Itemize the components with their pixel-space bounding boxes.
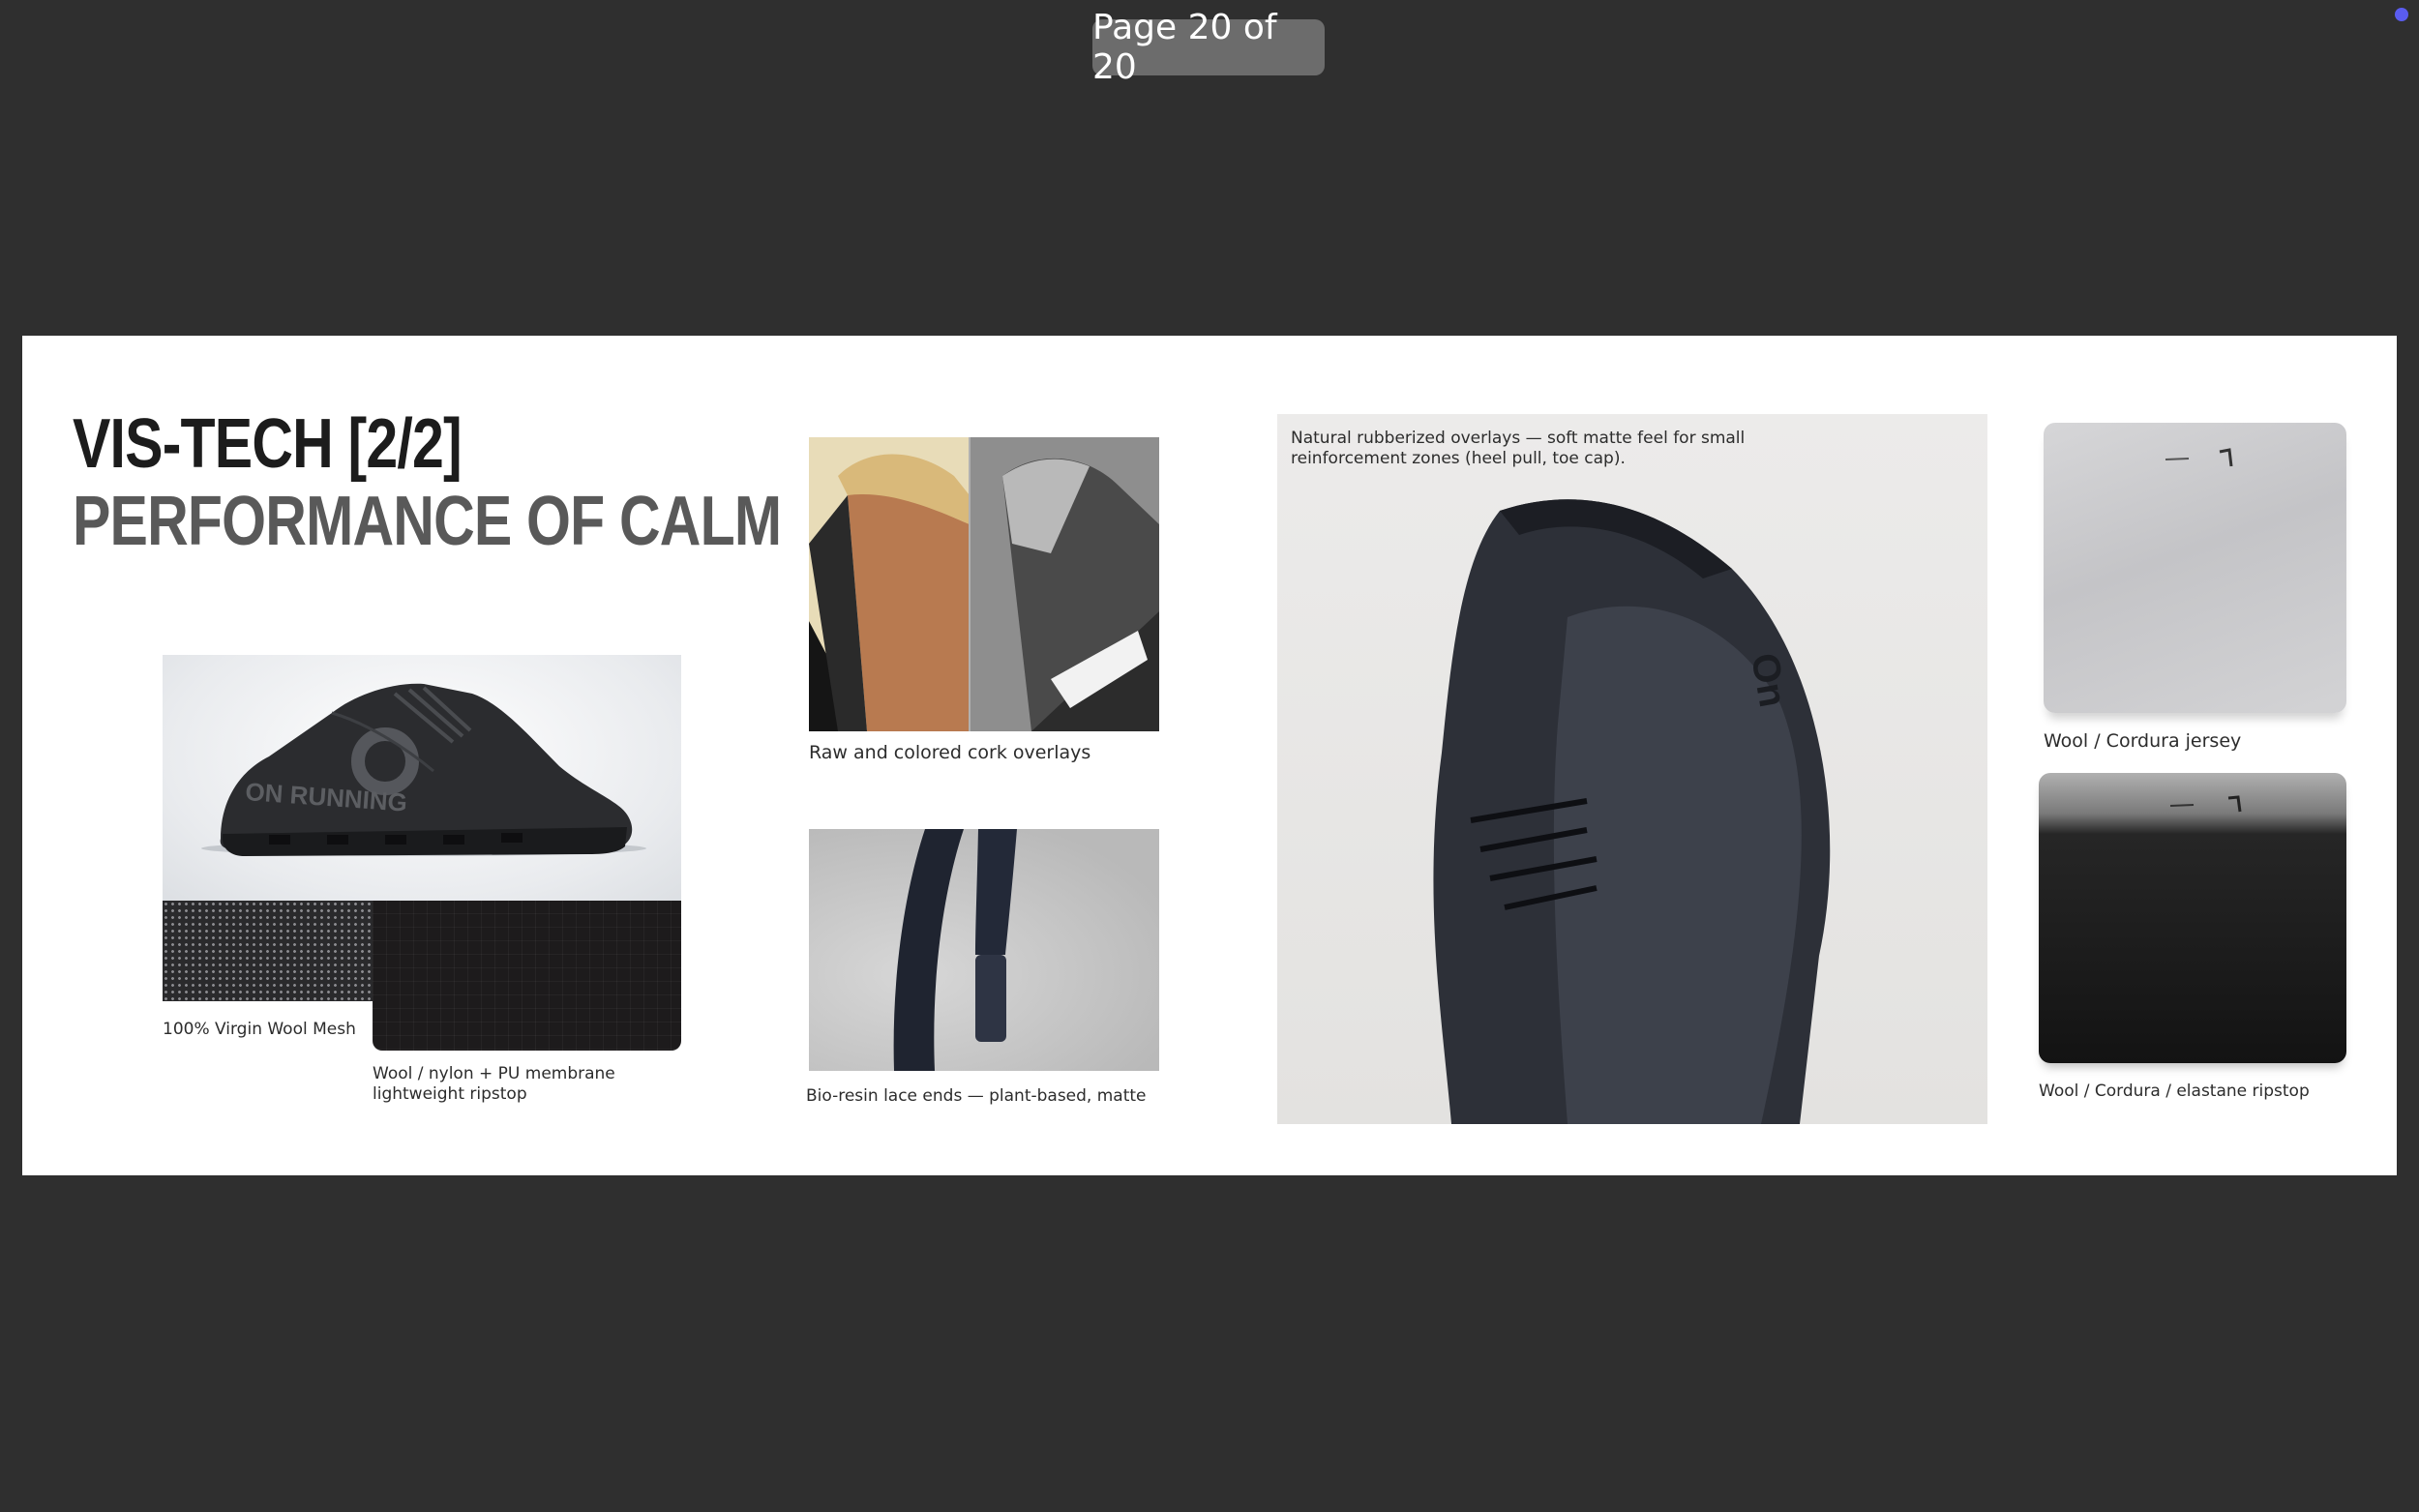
- caption-elastane: Wool / Cordura / elastane ripstop: [2039, 1082, 2310, 1101]
- caption-jersey: Wool / Cordura jersey: [2044, 730, 2242, 752]
- slide-subtitle: PERFORMANCE OF CALM: [73, 483, 782, 560]
- caption-rubber-line-2: reinforcement zones (heel pull, toe cap)…: [1291, 449, 1626, 468]
- slide-title: VIS-TECH [2/2]: [73, 405, 463, 483]
- ripstop-membrane-swatch: [373, 901, 681, 1051]
- caption-wool-mesh: 100% Virgin Wool Mesh: [163, 1020, 356, 1039]
- lace-ends-photo: [809, 829, 1159, 1071]
- caption-membrane-line-1: Wool / nylon + PU membrane: [373, 1064, 615, 1083]
- shoe-product-photo: ON RUNNING: [163, 655, 681, 902]
- status-dot: [2395, 8, 2408, 21]
- rubberized-overlay-photo: On: [1277, 414, 1987, 1124]
- caption-rubber-line-1: Natural rubberized overlays — soft matte…: [1291, 429, 1746, 448]
- wool-cordura-elastane-swatch: [2039, 773, 2346, 1063]
- caption-lace: Bio-resin lace ends — plant-based, matte: [806, 1086, 1147, 1106]
- caption-cork: Raw and colored cork overlays: [809, 742, 1091, 763]
- slide-page: VIS-TECH [2/2] PERFORMANCE OF CALM ON RU…: [22, 336, 2397, 1175]
- cork-overlay-photo: [809, 437, 1159, 731]
- wool-cordura-jersey-swatch: [2044, 423, 2346, 713]
- pdf-viewer: Page 20 of 20 VIS-TECH [2/2] PERFORMANCE…: [0, 0, 2419, 1512]
- page-indicator: Page 20 of 20: [1092, 8, 1325, 87]
- caption-membrane-line-2: lightweight ripstop: [373, 1084, 527, 1104]
